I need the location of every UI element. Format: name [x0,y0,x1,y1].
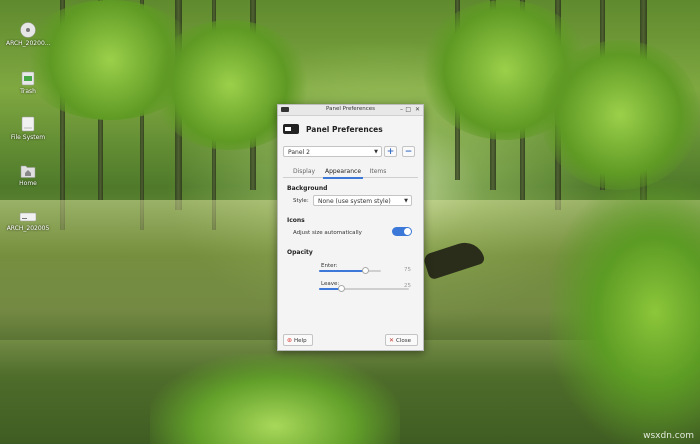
help-button-label: Help [294,338,307,344]
leave-opacity-slider[interactable] [319,285,409,292]
tab-display[interactable]: Display [291,167,317,177]
toggle-knob [404,228,411,235]
tab-items[interactable]: Items [367,167,389,177]
desktop-icon-arch-disc[interactable]: ARCH_20200… [6,22,51,47]
dropdown-arrow-icon: ▼ [374,149,378,155]
desktop-icon-trash[interactable]: Trash [6,70,50,95]
maximize-icon[interactable]: □ [405,106,411,113]
adjust-size-label: Adjust size automatically [293,230,362,236]
add-panel-button[interactable]: + [384,146,397,157]
dialog-heading: Panel Preferences [306,125,383,134]
home-folder-icon [20,165,36,178]
help-button[interactable]: ⊛ Help [283,334,313,346]
desktop-icon-home[interactable]: Home [6,163,50,187]
desktop-icon-label: Home [19,180,37,187]
panel-preferences-window: Panel Preferences – □ ✕ Panel Preference… [277,104,424,351]
disc-icon [20,22,36,38]
watermark: wsxdn.com [643,431,694,441]
title-bar[interactable]: Panel Preferences – □ ✕ [278,105,423,116]
panel-select[interactable]: Panel 2 ▼ [283,146,382,157]
slider-thumb[interactable] [362,267,369,274]
drive-icon [21,116,35,132]
slider-fill [319,270,366,272]
tab-appearance[interactable]: Appearance [323,167,363,179]
leave-label: Leave: [321,281,340,287]
panel-preferences-icon [283,124,299,134]
panel-selector-row: Panel 2 ▼ + − [278,144,423,160]
desktop-icon-label: File System [10,134,46,141]
leave-opacity-value: 25 [404,283,411,289]
help-icon: ⊛ [287,337,293,344]
icons-section-title: Icons [287,217,305,224]
desktop-icon-label: Trash [20,88,36,95]
close-button-label: Close [396,338,412,344]
slider-thumb[interactable] [338,285,345,292]
minimize-icon[interactable]: – [400,106,403,113]
panel-select-value: Panel 2 [288,149,310,156]
style-label: Style: [293,198,309,204]
opacity-section-title: Opacity [287,249,313,256]
background-section-title: Background [287,185,328,192]
background-style-value: None (use system style) [318,198,391,205]
desktop-icon-label: ARCH_202005 [6,225,50,232]
desktop-icon-arch-usb[interactable]: ARCH_202005 [6,211,50,232]
tab-bar: Display Appearance Items [283,167,418,179]
background-style-select[interactable]: None (use system style) ▼ [313,195,412,206]
enter-opacity-slider[interactable] [319,267,381,274]
dropdown-arrow-icon: ▼ [404,198,408,204]
trash-icon [21,71,35,86]
dialog-header: Panel Preferences [278,116,423,142]
remove-panel-button[interactable]: − [402,146,415,157]
enter-opacity-value: 75 [404,267,411,273]
close-button[interactable]: ✕ Close [385,334,418,346]
close-button-icon: ✕ [389,337,395,344]
usb-drive-icon [19,212,37,222]
adjust-size-toggle[interactable] [392,227,412,236]
close-icon[interactable]: ✕ [415,106,420,113]
desktop-icon-label: ARCH_20200… [6,40,51,47]
enter-label: Enter: [321,263,338,269]
desktop-icon-file-system[interactable]: File System [6,116,50,141]
